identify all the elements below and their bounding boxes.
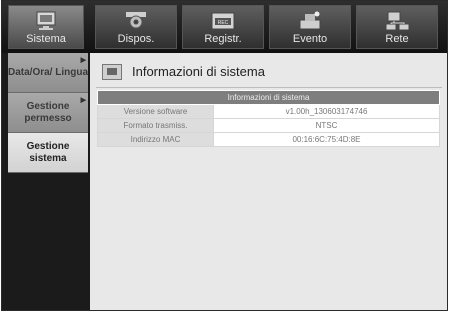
sidebar: Data/Ora/ Lingua ▶ Gestione permesso ▶ G… bbox=[2, 53, 90, 310]
system-info-table: Informazioni di sistema Versione softwar… bbox=[97, 90, 440, 147]
table-row: Formato trasmiss. NTSC bbox=[97, 118, 440, 133]
tab-label: Evento bbox=[292, 33, 328, 45]
main-panel: Informazioni di sistema Informazioni di … bbox=[90, 53, 447, 310]
sidebar-item-gestione-permesso[interactable]: Gestione permesso ▶ bbox=[8, 93, 88, 133]
row-value-software-version: v1.00h_130603174746 bbox=[213, 104, 440, 119]
tab-label: Rete bbox=[385, 33, 409, 45]
tab-label: Registr. bbox=[204, 33, 242, 45]
system-info-icon bbox=[102, 64, 122, 80]
tab-evento[interactable]: Evento bbox=[269, 5, 351, 49]
monitor-icon bbox=[36, 11, 56, 30]
row-key-video-format: Formato trasmiss. bbox=[97, 118, 214, 133]
divider bbox=[96, 87, 442, 88]
tab-rete[interactable]: Rete bbox=[356, 5, 438, 49]
tab-sistema[interactable]: Sistema bbox=[8, 5, 84, 49]
tab-label: Sistema bbox=[26, 33, 66, 45]
sidebar-item-label: Data/Ora/ Lingua bbox=[8, 66, 89, 78]
sidebar-item-label: Gestione sistema bbox=[26, 140, 70, 164]
sidebar-item-gestione-sistema[interactable]: Gestione sistema bbox=[8, 133, 88, 173]
table-header: Informazioni di sistema bbox=[97, 90, 440, 105]
sidebar-item-label: Gestione permesso bbox=[24, 100, 72, 124]
alarm-icon bbox=[299, 11, 321, 30]
chevron-right-icon: ▶ bbox=[80, 97, 86, 104]
top-menu-bar: Sistema Dispos. REC Registr. Evento Rete bbox=[2, 1, 447, 53]
table-row: Versione software v1.00h_130603174746 bbox=[97, 104, 440, 119]
table-row: Indirizzo MAC 00:16:6C:75:4D:8E bbox=[97, 132, 440, 147]
dvr-window: Sistema Dispos. REC Registr. Evento Rete… bbox=[1, 0, 448, 311]
row-key-mac-address: Indirizzo MAC bbox=[97, 132, 214, 147]
sidebar-item-data-ora-lingua[interactable]: Data/Ora/ Lingua ▶ bbox=[8, 53, 88, 93]
tab-label: Dispos. bbox=[117, 33, 155, 45]
svg-text:REC: REC bbox=[218, 20, 229, 26]
camera-icon bbox=[126, 12, 146, 29]
chevron-right-icon: ▶ bbox=[80, 57, 86, 64]
row-key-software-version: Versione software bbox=[97, 104, 214, 119]
tab-registrazione[interactable]: REC Registr. bbox=[182, 5, 264, 49]
page-title: Informazioni di sistema bbox=[132, 64, 265, 79]
row-value-video-format: NTSC bbox=[213, 118, 440, 133]
row-value-mac-address: 00:16:6C:75:4D:8E bbox=[213, 132, 440, 147]
network-icon bbox=[385, 11, 410, 31]
rec-icon: REC bbox=[211, 12, 235, 30]
tab-dispositivi[interactable]: Dispos. bbox=[95, 5, 177, 49]
